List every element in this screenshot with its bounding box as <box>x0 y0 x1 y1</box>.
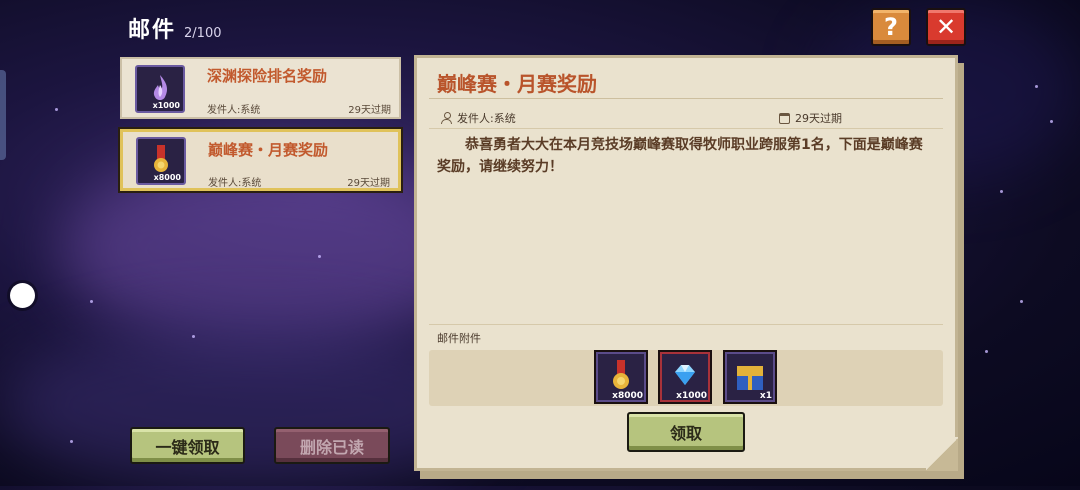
mail-count: 2/100 <box>184 26 222 41</box>
detail-sender-text: 发件人:系统 <box>457 112 516 125</box>
floating-assistive-button[interactable] <box>10 283 35 308</box>
side-gesture-handle <box>0 70 6 160</box>
person-icon <box>441 112 452 124</box>
attachment-medal[interactable]: x8000 <box>594 350 648 404</box>
page-title: 邮件 2/100 <box>128 12 221 44</box>
page-curl-decoration <box>926 437 958 471</box>
question-icon: ? <box>884 13 898 41</box>
calendar-icon <box>779 112 790 124</box>
claim-button[interactable]: 领取 <box>627 412 745 452</box>
star <box>985 350 988 353</box>
close-icon: ✕ <box>935 13 957 41</box>
purple-flame-icon: x1000 <box>135 65 185 113</box>
attachment-chest[interactable]: x1 <box>723 350 777 404</box>
close-button[interactable]: ✕ <box>926 8 966 46</box>
medal-icon: x8000 <box>136 137 186 185</box>
title-text: 邮件 <box>128 18 177 43</box>
attachment-quantity: x1 <box>759 391 772 401</box>
mail-expire: 29天过期 <box>348 105 391 116</box>
mail-title: 深渊探险排名奖励 <box>207 67 328 85</box>
star <box>1000 190 1003 193</box>
star <box>1050 120 1053 123</box>
divider <box>429 98 943 99</box>
claim-all-button[interactable]: 一键领取 <box>130 427 245 464</box>
divider <box>429 128 943 129</box>
star <box>192 335 195 338</box>
attachments-label: 邮件附件 <box>437 332 481 345</box>
mail-sender: 发件人:系统 <box>208 178 262 189</box>
star <box>55 108 58 111</box>
attachment-quantity: x1000 <box>676 391 707 401</box>
item-quantity: x1000 <box>152 101 180 110</box>
detail-title: 巅峰赛・月赛奖励 <box>437 72 597 96</box>
mail-list-item-selected[interactable]: x8000 巅峰赛・月赛奖励 发件人:系统 29天过期 <box>120 129 401 191</box>
mail-sender: 发件人:系统 <box>207 105 261 116</box>
attachment-diamond[interactable]: x1000 <box>658 350 712 404</box>
mail-body: 恭喜勇者大大在本月竞技场巅峰赛取得牧师职业跨服第1名，下面是巅峰赛奖励，请继续努… <box>437 137 923 175</box>
detail-sender: 发件人:系统 <box>441 110 516 126</box>
star <box>1020 300 1023 303</box>
mail-title: 巅峰赛・月赛奖励 <box>208 141 329 159</box>
star <box>1035 85 1038 88</box>
help-button[interactable]: ? <box>871 8 911 46</box>
star <box>318 255 321 258</box>
mail-list-item[interactable]: x1000 深渊探险排名奖励 发件人:系统 29天过期 <box>120 57 401 119</box>
star <box>90 300 93 303</box>
detail-expire-text: 29天过期 <box>795 112 842 125</box>
divider <box>429 324 943 325</box>
star <box>70 440 73 443</box>
mail-detail-panel: 巅峰赛・月赛奖励 发件人:系统 29天过期 恭喜勇者大大在本月竞技场巅峰赛取得牧… <box>414 55 958 471</box>
detail-expire: 29天过期 <box>779 110 842 126</box>
mail-expire: 29天过期 <box>347 178 390 189</box>
delete-read-button[interactable]: 删除已读 <box>274 427 390 464</box>
attachment-quantity: x8000 <box>612 391 643 401</box>
item-quantity: x8000 <box>153 173 181 182</box>
